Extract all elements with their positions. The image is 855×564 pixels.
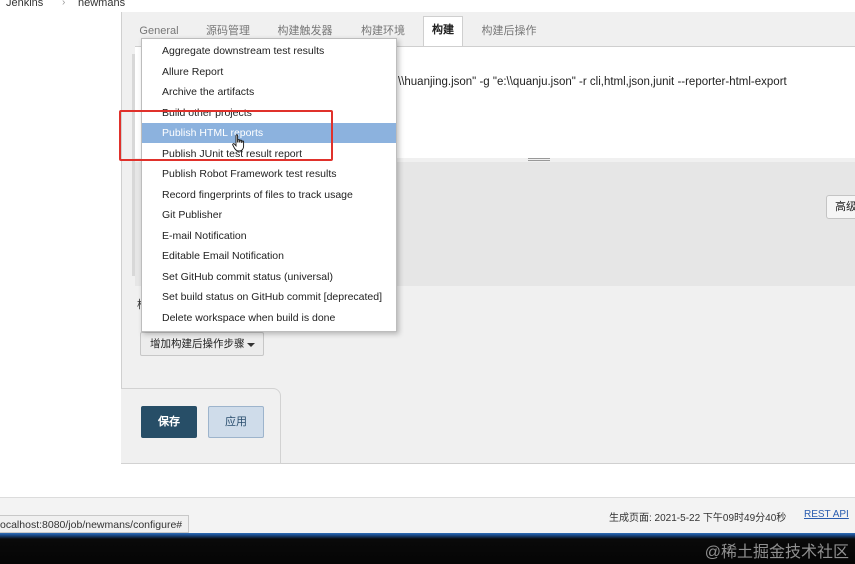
- menu-item-aggregate-downstream[interactable]: Aggregate downstream test results: [142, 41, 396, 61]
- add-post-build-step-label: 增加构建后操作步骤: [150, 338, 245, 350]
- breadcrumb-job[interactable]: newmans: [78, 0, 125, 9]
- save-button[interactable]: 保存: [141, 406, 197, 438]
- browser-status-url: ocalhost:8080/job/newmans/configure#: [0, 515, 190, 533]
- menu-item-github-build-status-deprecated[interactable]: Set build status on GitHub commit [depre…: [142, 287, 396, 307]
- annotation-highlight-box: [119, 110, 333, 161]
- breadcrumb: Jenkins › newmans: [0, 0, 855, 12]
- watermark: @稀土掘金技术社区: [704, 544, 849, 561]
- tab-post-build[interactable]: 构建后操作: [476, 18, 542, 46]
- build-command-text[interactable]: \\huanjing.json" -g "e:\\quanju.json" -r…: [398, 76, 787, 88]
- section-separator: [132, 54, 135, 276]
- post-build-dropdown-menu: Aggregate downstream test results Allure…: [141, 38, 397, 332]
- advanced-button[interactable]: 高级: [826, 195, 855, 219]
- textarea-resize-grip[interactable]: [528, 158, 550, 161]
- hand-cursor-icon: [232, 134, 245, 152]
- menu-item-record-fingerprints[interactable]: Record fingerprints of files to track us…: [142, 185, 396, 205]
- menu-item-github-commit-status[interactable]: Set GitHub commit status (universal): [142, 267, 396, 287]
- add-post-build-step-button[interactable]: 增加构建后操作步骤: [140, 332, 264, 356]
- menu-item-git-publisher[interactable]: Git Publisher: [142, 205, 396, 225]
- tab-build[interactable]: 构建: [423, 16, 463, 46]
- menu-item-archive-artifacts[interactable]: Archive the artifacts: [142, 82, 396, 102]
- apply-button[interactable]: 应用: [208, 406, 264, 438]
- breadcrumb-separator: ›: [62, 0, 66, 8]
- breadcrumb-jenkins[interactable]: Jenkins: [6, 0, 43, 9]
- page-generated-timestamp: 生成页面: 2021-5-22 下午09时49分40秒: [609, 513, 787, 524]
- menu-item-publish-robot-framework[interactable]: Publish Robot Framework test results: [142, 164, 396, 184]
- menu-item-editable-email[interactable]: Editable Email Notification: [142, 246, 396, 266]
- menu-item-email-notification[interactable]: E-mail Notification: [142, 226, 396, 246]
- caret-down-icon: [247, 343, 255, 347]
- rest-api-link[interactable]: REST API: [804, 509, 849, 520]
- menu-item-delete-workspace[interactable]: Delete workspace when build is done: [142, 308, 396, 328]
- menu-item-allure-report[interactable]: Allure Report: [142, 62, 396, 82]
